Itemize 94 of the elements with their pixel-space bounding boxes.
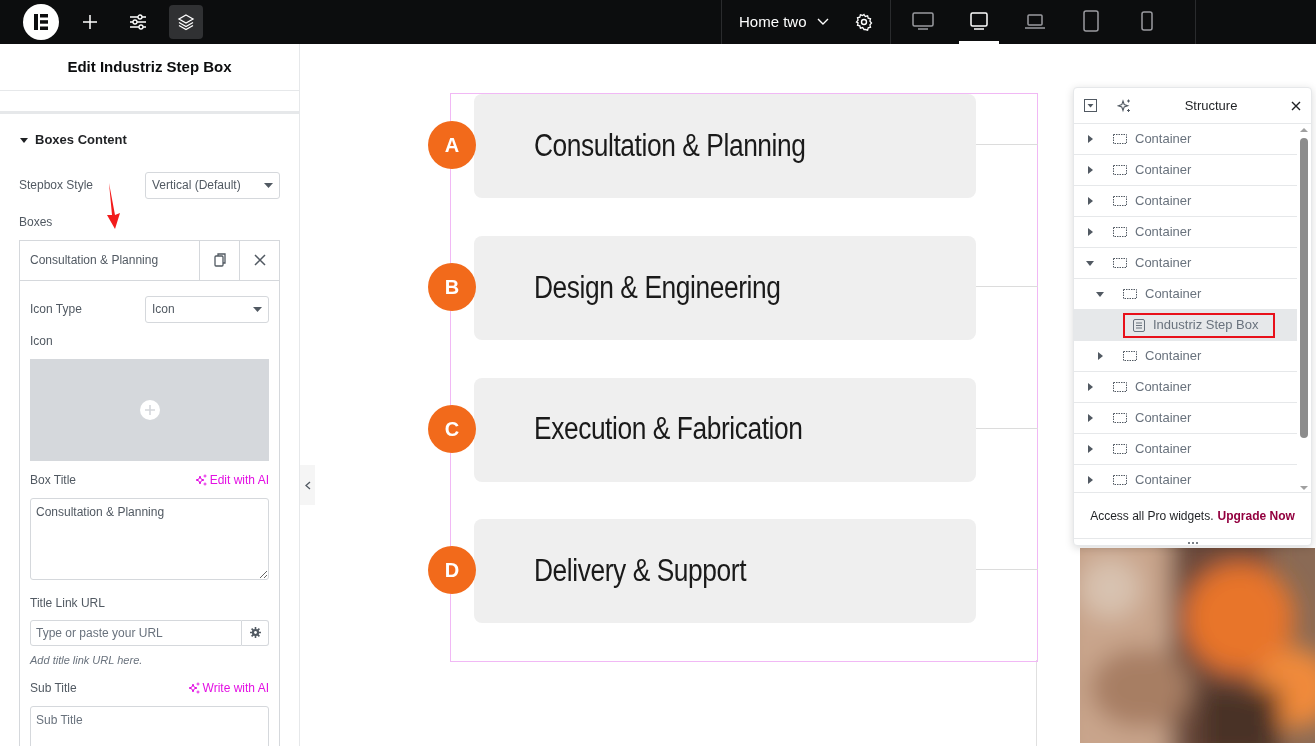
collapse-all-button[interactable] [1084,99,1097,112]
layers-button[interactable] [169,5,203,39]
layers-icon [177,13,195,31]
step-title: Design & Engineering [534,268,781,307]
navigator-item[interactable]: Container [1103,188,1208,214]
upgrade-link[interactable]: Upgrade Now [1217,506,1295,525]
navigator-item[interactable]: Container [1113,343,1218,369]
container-icon [1113,227,1127,237]
caret-right-icon[interactable] [1086,228,1094,236]
step-title: Delivery & Support [534,552,747,590]
caret-right-icon[interactable] [1086,135,1094,143]
page-dropdown[interactable]: Home two [739,10,829,34]
navigator-item[interactable]: Container [1103,126,1208,152]
promo-text: Access all Pro widgets. [1090,507,1214,525]
caret-down-icon[interactable] [1086,259,1094,267]
plus-icon [81,13,99,31]
step-title: Execution & Fabrication [534,410,803,449]
field-label: Sub Title [30,680,77,697]
step-letter: B [428,262,476,311]
navigator-item[interactable]: Container [1103,374,1208,400]
sparkle-icon [1117,98,1131,113]
navigator-item[interactable]: Container [1103,405,1208,431]
caret-right-icon[interactable] [1086,383,1094,391]
ai-button[interactable] [1117,98,1131,113]
ai-link[interactable]: Write with AI [187,679,269,697]
text-lines-icon [1133,318,1145,332]
caret-right-icon[interactable] [1086,414,1094,422]
container-icon [1113,413,1127,423]
panel-title: Structure [1183,96,1239,115]
field-label: Icon Type [30,301,82,318]
chevron-down-icon [816,18,829,26]
sliders-icon [129,13,147,31]
collapse-handle[interactable] [300,465,315,505]
navigator-item[interactable]: Container [1103,467,1208,492]
step-letter: C [428,404,476,453]
caret-right-icon[interactable] [1096,352,1104,360]
sparkle-icon [194,473,207,486]
resize-handle-icon[interactable] [1186,541,1199,545]
close-button[interactable] [1291,100,1301,111]
caret-down-icon [20,135,28,144]
page-title: Home two [739,11,807,32]
select-field[interactable]: Vertical (Default) [145,171,280,199]
caret-down-icon[interactable] [1096,290,1104,298]
step-letter: A [428,121,476,169]
step-letter: D [428,546,476,595]
caret-right-icon[interactable] [1086,445,1094,453]
text-area[interactable]: Consultation & Planning [30,497,269,580]
caret-down-icon [253,306,262,312]
copy-icon [213,253,226,267]
settings-icon [854,13,873,31]
caret-down-icon [264,182,273,188]
caret-right-icon[interactable] [1086,197,1094,205]
logo-icon [23,4,59,40]
navigator-item[interactable]: Container [1103,436,1208,462]
navigator-item[interactable]: Container [1103,219,1208,245]
dropdown-icon [1084,99,1097,112]
caret-right-icon[interactable] [1086,476,1094,484]
chevron-left-icon [304,480,311,490]
step-title: Consultation & Planning [534,126,806,165]
field-label: Box Title [30,471,77,489]
navigator-item[interactable]: Industriz Step Box [1123,312,1275,338]
settings-button[interactable] [854,13,873,31]
arrow-icon [106,183,122,229]
container-icon [1123,289,1137,299]
field-label: Title Link URL [30,594,106,612]
section-header[interactable]: Boxes Content [0,114,147,172]
navigator-item[interactable]: Container [1113,281,1218,307]
navigator-item[interactable]: Container [1103,157,1208,183]
close-icon [1291,100,1301,111]
navigator-item[interactable]: Container [1103,250,1208,276]
container-icon [1113,444,1127,454]
container-icon [1123,351,1137,361]
select-field[interactable]: Icon [145,295,269,323]
repeater-item-title[interactable]: Consultation & Planning [20,240,199,280]
url-field[interactable]: Type or paste your URL [30,619,242,646]
container-icon [1113,165,1127,175]
field-label: Stepbox Style [19,177,94,194]
text-area[interactable]: Sub Title [30,706,269,746]
container-icon [1113,258,1127,268]
container-icon [1113,475,1127,485]
sparkle-icon [187,682,200,694]
field-label: Icon [30,332,54,350]
ai-link[interactable]: Edit with AI [194,470,269,489]
close-icon [253,254,266,266]
caret-right-icon[interactable] [1086,166,1094,174]
field-hint: Add title link URL here. [30,652,144,668]
settings-icon [249,627,261,638]
link-options-button[interactable] [242,619,269,646]
panel-title: Edit Industriz Step Box [0,44,299,91]
container-icon [1113,134,1127,144]
add-icon [139,399,160,420]
field-label: Boxes [18,213,54,231]
container-icon [1113,196,1127,206]
container-icon [1113,382,1127,392]
